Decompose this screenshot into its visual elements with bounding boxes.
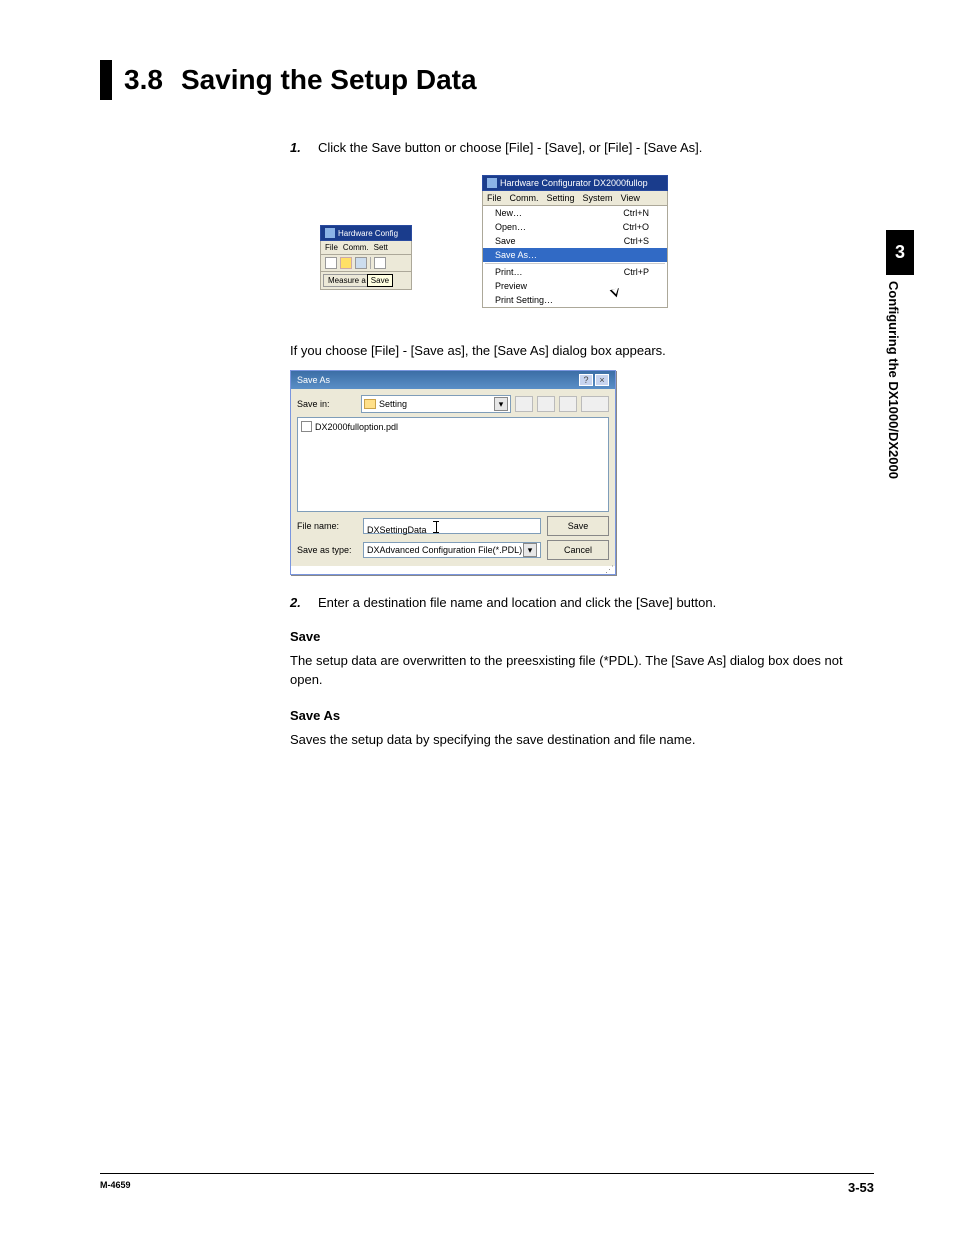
menu-item-label: Save As… [495,250,537,260]
new-icon[interactable] [325,257,337,269]
savein-select[interactable]: Setting ▾ [361,395,511,413]
save-icon[interactable] [355,257,367,269]
titlebar-text: Hardware Configurator DX2000fullop [500,178,648,188]
chapter-number-tab: 3 [886,230,914,275]
menu-comm[interactable]: Comm. [510,193,539,203]
section-heading: 3.8 Saving the Setup Data [100,60,874,100]
menubar: File Comm. Sett [320,241,412,255]
figure-row: Hardware Config File Comm. Sett [320,175,850,322]
menu-setting[interactable]: Setting [547,193,575,203]
text-cursor-icon [433,521,439,533]
close-button[interactable]: × [595,374,609,386]
dropdown-button[interactable]: ▾ [494,397,508,411]
filename-value: DXSettingData [367,525,427,535]
measure-tab[interactable]: Measure a [323,274,371,287]
menu-item-shortcut: Ctrl+S [624,236,649,246]
save-paragraph: The setup data are overwritten to the pr… [290,652,850,688]
app-icon [487,178,497,188]
menubar: File Comm. Setting System View [482,191,668,206]
toolbar [320,255,412,272]
step-2: 2. Enter a destination file name and loc… [290,595,850,610]
print-icon[interactable] [374,257,386,269]
savein-label: Save in: [297,399,357,409]
menu-item-print[interactable]: Print… Ctrl+P [483,265,667,279]
section-title: Saving the Setup Data [181,60,477,100]
savetype-label: Save as type: [297,545,357,555]
menu-comm[interactable]: Comm. [343,243,369,252]
chapter-title-vertical: Configuring the DX1000/DX2000 [886,275,901,479]
menu-item-open[interactable]: Open… Ctrl+O [483,220,667,234]
step-text: Click the Save button or choose [File] -… [318,140,850,155]
menu-item-label: Save [495,236,516,246]
step-1: 1. Click the Save button or choose [File… [290,140,850,155]
menu-item-label: New… [495,208,522,218]
save-tooltip: Save [367,274,393,287]
menu-item-preview[interactable]: Preview [483,279,667,293]
menu-separator [485,263,665,264]
menu-item-new[interactable]: New… Ctrl+N [483,206,667,220]
view-menu-icon[interactable] [581,396,609,412]
file-dropdown: New… Ctrl+N Open… Ctrl+O Save Ctrl+S Sav… [482,206,668,308]
hardware-config-window: Hardware Config File Comm. Sett [320,225,412,290]
menu-item-shortcut: Ctrl+N [623,208,649,218]
cancel-button[interactable]: Cancel [547,540,609,560]
section-number: 3.8 [124,60,181,100]
new-folder-icon[interactable] [559,396,577,412]
saveas-paragraph: Saves the setup data by specifying the s… [290,731,850,749]
footer-left: M-4659 [100,1180,131,1195]
side-tab: 3 Configuring the DX1000/DX2000 [886,230,914,730]
separator [370,257,371,269]
saveas-dialog: Save As ? × Save in: Setting ▾ [290,370,616,575]
file-icon [301,421,312,432]
savetype-value: DXAdvanced Configuration File(*.PDL) [367,545,522,555]
savein-value: Setting [379,399,407,409]
step-text: Enter a destination file name and locati… [318,595,850,610]
file-menu-figure: Hardware Configurator DX2000fullop File … [482,175,668,322]
menu-item-label: Print… [495,267,523,277]
menu-system[interactable]: System [583,193,613,203]
step-number: 2. [290,595,318,610]
titlebar: Hardware Configurator DX2000fullop [482,175,668,191]
menu-item-label: Print Setting… [495,295,553,305]
filename-input[interactable]: DXSettingData [363,518,541,534]
menu-item-label: Open… [495,222,526,232]
titlebar: Save As ? × [291,371,615,389]
folder-icon [364,399,376,409]
menu-item-shortcut: Ctrl+P [624,267,649,277]
menu-item-printsetting[interactable]: Print Setting… [483,293,667,307]
menu-item-saveas[interactable]: Save As… [483,248,667,262]
menu-item-shortcut: Ctrl+O [623,222,649,232]
save-subhead: Save [290,628,850,646]
saveas-subhead: Save As [290,707,850,725]
paragraph: If you choose [File] - [Save as], the [S… [290,342,850,360]
help-button[interactable]: ? [579,374,593,386]
footer-right: 3-53 [848,1180,874,1195]
savetype-select[interactable]: DXAdvanced Configuration File(*.PDL) ▾ [363,542,541,558]
heading-bar [100,60,112,100]
up-icon[interactable] [537,396,555,412]
tabbar: Measure a Save [320,272,412,290]
menu-sett[interactable]: Sett [374,243,388,252]
page-footer: M-4659 3-53 [100,1173,874,1195]
menu-file[interactable]: File [487,193,502,203]
menu-item-save[interactable]: Save Ctrl+S [483,234,667,248]
menu-view[interactable]: View [621,193,640,203]
file-name: DX2000fulloption.pdl [315,422,398,432]
titlebar-text: Hardware Config [338,229,398,238]
menu-item-label: Preview [495,281,527,291]
filename-label: File name: [297,521,357,531]
step-number: 1. [290,140,318,155]
file-list[interactable]: DX2000fulloption.pdl [297,417,609,512]
save-button[interactable]: Save [547,516,609,536]
back-icon[interactable] [515,396,533,412]
titlebar-text: Save As [297,375,330,385]
app-icon [325,228,335,238]
menu-file[interactable]: File [325,243,338,252]
list-item[interactable]: DX2000fulloption.pdl [301,421,605,432]
titlebar: Hardware Config [320,225,412,241]
dropdown-button[interactable]: ▾ [523,543,537,557]
resize-grip-icon[interactable]: ⋰ [291,566,615,574]
open-icon[interactable] [340,257,352,269]
